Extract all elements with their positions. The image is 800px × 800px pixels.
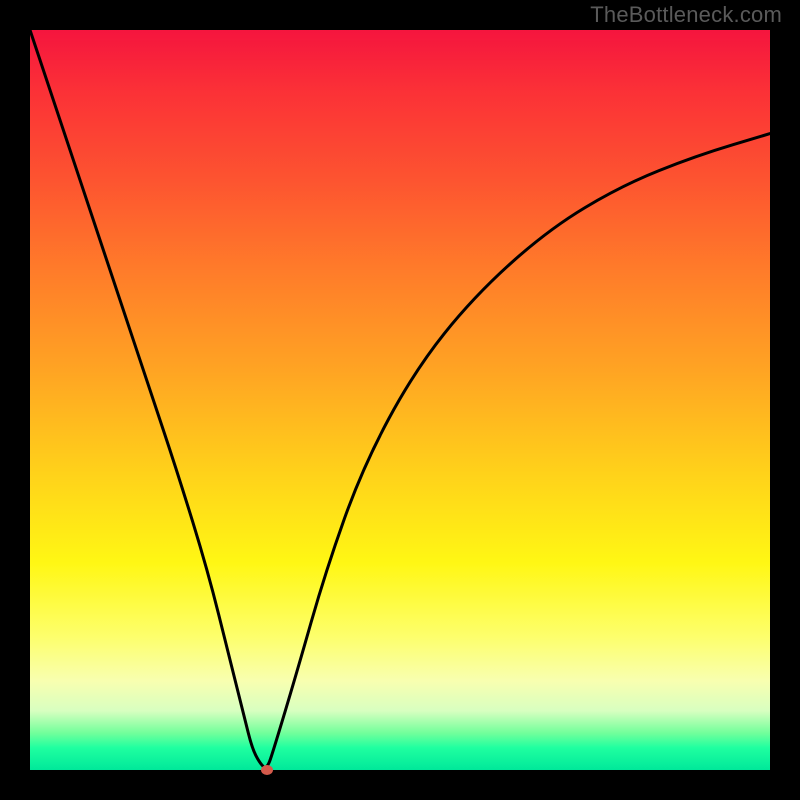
chart-frame: TheBottleneck.com [0, 0, 800, 800]
bottleneck-curve-path [30, 30, 770, 767]
plot-area [30, 30, 770, 770]
min-marker-dot [261, 765, 273, 775]
watermark-text: TheBottleneck.com [590, 2, 782, 28]
curve-svg [30, 30, 770, 770]
